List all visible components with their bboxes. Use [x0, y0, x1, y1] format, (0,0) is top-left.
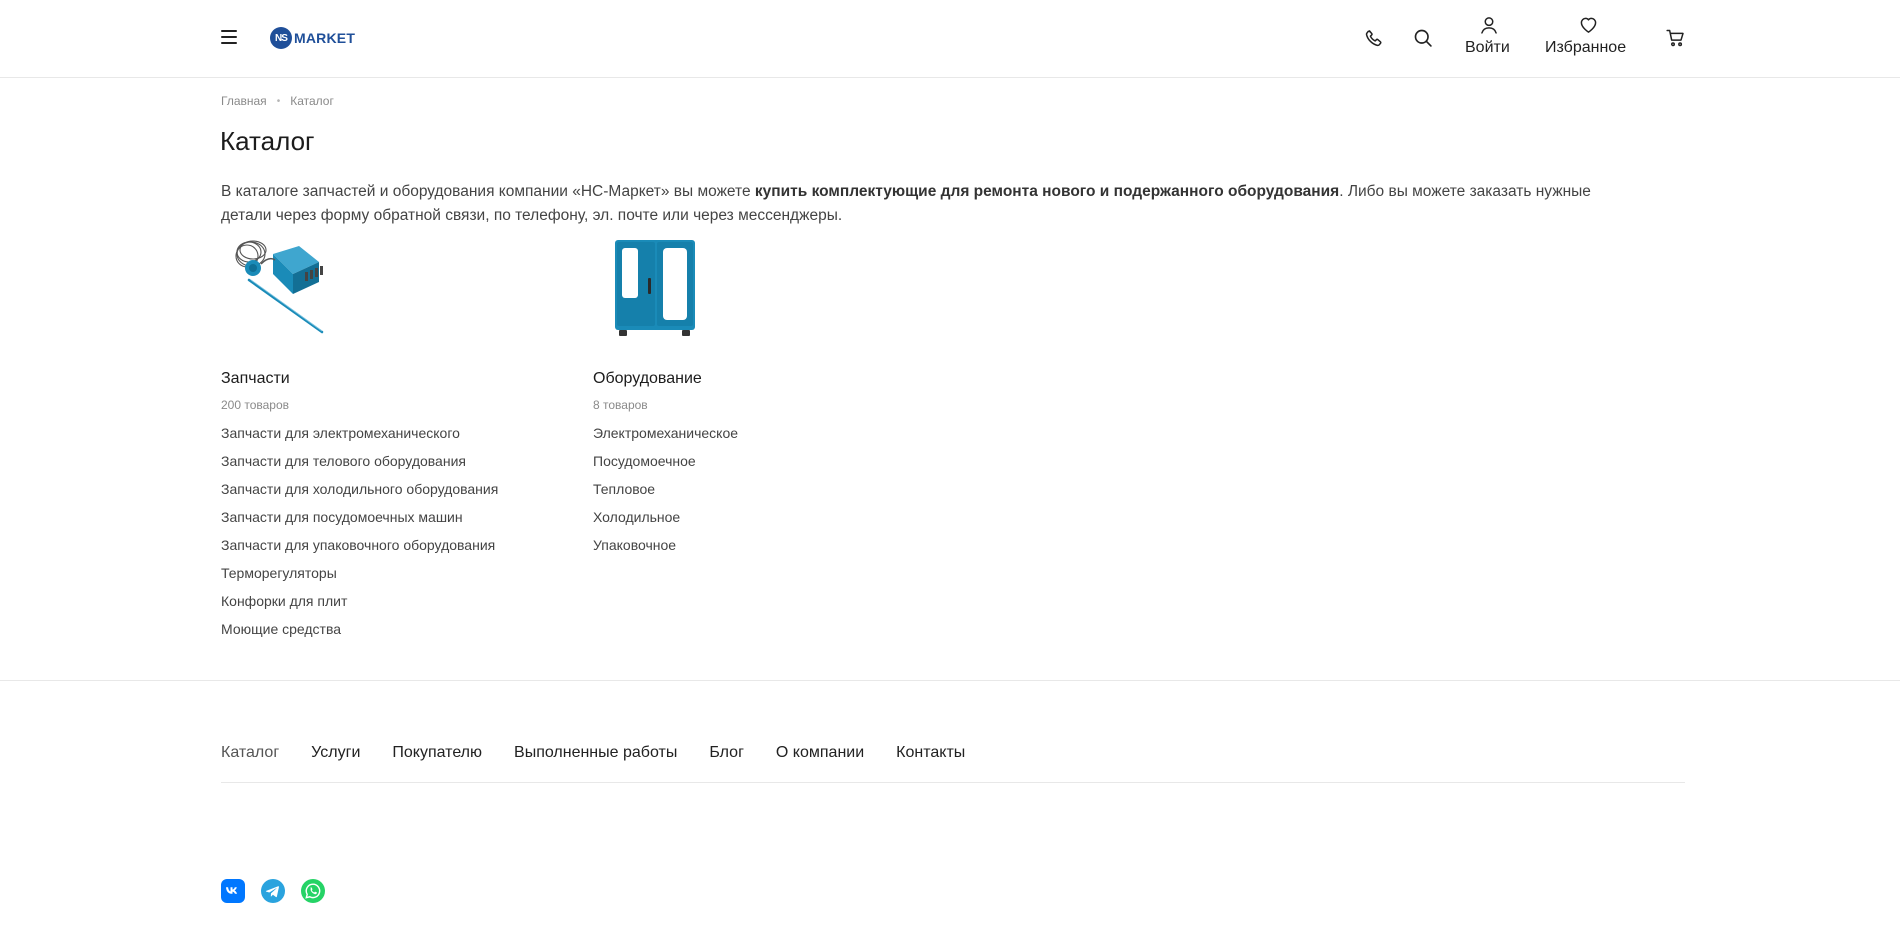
telegram-icon[interactable] [261, 879, 285, 903]
logo-mark: NS [270, 27, 292, 49]
combi-oven-image[interactable] [593, 232, 703, 342]
subcategory-link[interactable]: Запчасти для электромеханического [221, 424, 498, 452]
category-title[interactable]: Запчасти [221, 370, 290, 388]
whatsapp-icon[interactable] [301, 879, 325, 903]
social-links [221, 879, 341, 903]
search-icon[interactable] [1413, 28, 1433, 48]
subcategory-link[interactable]: Моющие средства [221, 620, 498, 648]
subcategory-link[interactable]: Тепловое [593, 480, 738, 508]
subcategory-link[interactable]: Запчасти для телового оборудования [221, 452, 498, 480]
subcategory-link[interactable]: Конфорки для плит [221, 592, 498, 620]
footer-link-catalog[interactable]: Каталог [221, 744, 279, 762]
thermostat-image[interactable] [221, 232, 331, 342]
subcategory-link[interactable]: Холодильное [593, 508, 738, 536]
page: NS MARKET Войти Избранное Главная • Ката… [0, 0, 1900, 945]
subcategory-link[interactable]: Посудомоечное [593, 452, 738, 480]
logo-text: MARKET [294, 30, 356, 46]
intro-text-bold: купить комплектующие для ремонта нового … [754, 183, 1340, 200]
breadcrumb-home[interactable]: Главная [221, 94, 267, 108]
site-header: NS MARKET Войти Избранное [0, 0, 1900, 78]
breadcrumb: Главная • Каталог [221, 94, 334, 108]
category-count: 8 товаров [593, 398, 648, 412]
footer-link-contacts[interactable]: Контакты [896, 744, 965, 762]
user-icon[interactable] [1479, 15, 1499, 35]
subcategory-link[interactable]: Упаковочное [593, 536, 738, 564]
category-count: 200 товаров [221, 398, 290, 412]
breadcrumb-current: Каталог [290, 94, 334, 108]
page-title: Каталог [220, 126, 315, 156]
vk-icon[interactable] [221, 879, 245, 903]
cart-icon[interactable] [1665, 28, 1686, 48]
subcategory-link[interactable]: Терморегуляторы [221, 564, 498, 592]
subcategory-link[interactable]: Запчасти для холодильного оборудования [221, 480, 498, 508]
footer-link-services[interactable]: Услуги [311, 744, 360, 762]
phone-icon[interactable] [1364, 28, 1384, 48]
subcategory-link[interactable]: Электромеханическое [593, 424, 738, 452]
category-equipment: Оборудование 8 товаров Электромеханическ… [593, 232, 738, 553]
footer-nav: Каталог Услуги Покупателю Выполненные ра… [221, 744, 997, 762]
subcategory-list: Запчасти для электромеханического Запчас… [221, 424, 498, 648]
footer-link-buyers[interactable]: Покупателю [392, 744, 482, 762]
favorites-link[interactable]: Избранное [1545, 39, 1626, 57]
section-divider [0, 680, 1900, 681]
subcategory-list: Электромеханическое Посудомоечное Теплов… [593, 424, 738, 564]
category-spare-parts: Запчасти 200 товаров Запчасти для электр… [221, 232, 498, 637]
hamburger-icon[interactable] [221, 30, 237, 44]
subcategory-link[interactable]: Запчасти для упаковочного оборудования [221, 536, 498, 564]
footer-link-about[interactable]: О компании [776, 744, 864, 762]
catalog-intro: В каталоге запчастей и оборудования комп… [221, 180, 1641, 228]
login-link[interactable]: Войти [1465, 39, 1510, 57]
footer-link-blog[interactable]: Блог [709, 744, 744, 762]
footer-divider [221, 782, 1685, 783]
heart-icon[interactable] [1578, 15, 1599, 35]
breadcrumb-separator: • [276, 95, 281, 107]
subcategory-link[interactable]: Запчасти для посудомоечных машин [221, 508, 498, 536]
category-title[interactable]: Оборудование [593, 370, 702, 388]
footer-link-works[interactable]: Выполненные работы [514, 744, 677, 762]
intro-text-start: В каталоге запчастей и оборудования комп… [221, 183, 755, 200]
site-logo[interactable]: NS MARKET [270, 26, 355, 50]
